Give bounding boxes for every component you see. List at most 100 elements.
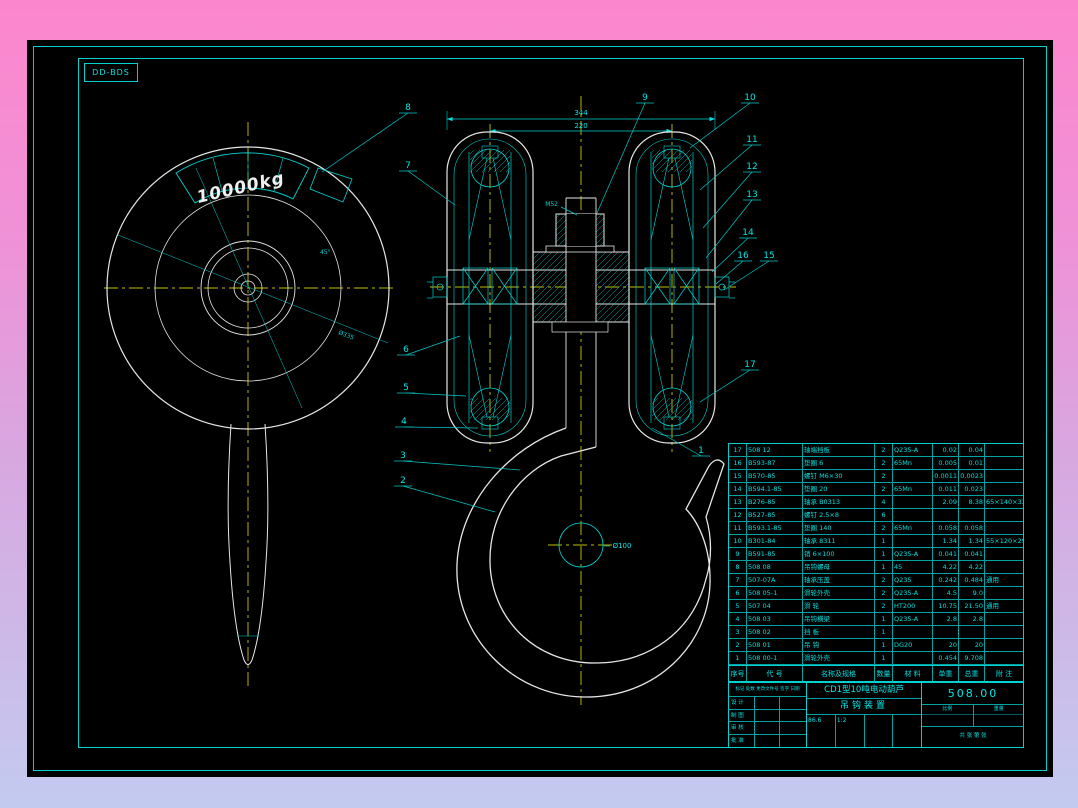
sign-row: 审 核 bbox=[729, 722, 806, 735]
sheet-count: 共 张 第 张 bbox=[959, 733, 987, 739]
scale-weight-cells: 比例 重量 bbox=[922, 705, 1024, 727]
parts-cell: 吊钩横梁 bbox=[803, 613, 875, 625]
parts-cell: 螺钉 2.5×8 bbox=[803, 509, 875, 521]
callout-17: 17 bbox=[744, 360, 755, 370]
parts-cell bbox=[985, 613, 1023, 625]
parts-cell: B527-85 bbox=[747, 509, 803, 521]
parts-cell: 21.50 bbox=[959, 600, 985, 612]
parts-cell: 滑轮外壳 bbox=[803, 587, 875, 599]
parts-cell: 1 bbox=[875, 626, 893, 638]
callout-8: 8 bbox=[405, 103, 411, 113]
parts-cell: 2 bbox=[875, 483, 893, 495]
parts-cell: Q235 bbox=[893, 574, 933, 586]
parts-cell: 轴端挡板 bbox=[803, 444, 875, 456]
parts-header-cell: 序号 bbox=[729, 666, 747, 683]
sign-label: 设 计 bbox=[729, 697, 755, 709]
callout-9: 9 bbox=[642, 93, 648, 103]
parts-cell: Q235-A bbox=[893, 587, 933, 599]
parts-cell: 2 bbox=[875, 587, 893, 599]
parts-cell: 2 bbox=[729, 639, 747, 651]
parts-cell: 507 04 bbox=[747, 600, 803, 612]
parts-table: 17 508 12 轴端挡板 2 Q235-A 0.02 0.04 16 B593-87 垫圈 6… bbox=[728, 443, 1024, 683]
parts-cell: 508 00-1 bbox=[747, 652, 803, 664]
parts-cell: 508 08 bbox=[747, 561, 803, 573]
parts-cell: 4 bbox=[875, 496, 893, 508]
parts-cell: 1.34 bbox=[933, 535, 959, 547]
parts-cell: 0.242 bbox=[933, 574, 959, 586]
parts-cell: 8 bbox=[729, 561, 747, 573]
sign-label: 制 图 bbox=[729, 709, 755, 721]
parts-table-row: 14 B594.1-85 垫圈 20 2 65Mn 0.011 0.023 bbox=[729, 483, 1023, 496]
parts-cell: 1 bbox=[875, 639, 893, 651]
parts-cell bbox=[893, 535, 933, 547]
parts-header-cell: 附 注 bbox=[995, 670, 1013, 678]
parts-cell bbox=[959, 626, 985, 638]
callout-11: 11 bbox=[746, 135, 757, 145]
parts-cell: 0.0011 bbox=[934, 470, 959, 482]
parts-cell bbox=[933, 626, 959, 638]
title-mid-cells: 86.6 1:2 bbox=[807, 715, 921, 747]
sign-date bbox=[780, 722, 806, 734]
parts-header-cell: 单重 bbox=[933, 666, 959, 683]
parts-cell: 11 bbox=[729, 522, 747, 534]
parts-cell bbox=[933, 509, 959, 521]
parts-cell bbox=[893, 626, 933, 638]
parts-table-row: 8 508 08 吊钩螺母 1 45 4.22 4.22 bbox=[729, 561, 1023, 574]
scale-label: 比例 bbox=[922, 705, 973, 715]
parts-cell: B276-85 bbox=[747, 496, 803, 508]
parts-cell: 2.8 bbox=[959, 613, 985, 625]
sign-row: 制 图 bbox=[729, 709, 806, 722]
parts-cell: 通用 bbox=[986, 602, 999, 610]
parts-cell: 吊钩螺母 bbox=[803, 561, 875, 573]
parts-table-row: 1 508 00-1 滑轮外壳 1 0.454 9.708 bbox=[729, 652, 1023, 665]
title-signature-area: 标记 处数 更改文件号 签字 日期 设 计 制 图 审 核 批 准 bbox=[729, 683, 807, 747]
angle-dimension: 45° bbox=[320, 249, 331, 256]
parts-cell: 轴承 B0313 bbox=[803, 496, 875, 508]
parts-table-row: 3 508 02 挡 板1 bbox=[729, 626, 1023, 639]
parts-cell: 65×140×33 bbox=[986, 498, 1023, 506]
assembly-name: 吊钩装置 bbox=[807, 699, 921, 715]
parts-cell: 0.058 bbox=[933, 522, 959, 534]
callout-6: 6 bbox=[403, 345, 409, 355]
parts-cell: 0.454 bbox=[933, 652, 959, 664]
callout-7: 7 bbox=[405, 161, 411, 171]
thread-dimension: M52 bbox=[545, 201, 558, 208]
parts-cell: 0.011 bbox=[933, 483, 959, 495]
callout-5: 5 bbox=[403, 383, 409, 393]
parts-cell: 0.02 bbox=[933, 444, 959, 456]
parts-table-row: 17 508 12 轴端挡板 2 Q235-A 0.02 0.04 bbox=[729, 444, 1023, 457]
parts-cell bbox=[985, 470, 1023, 482]
parts-cell: 9.708 bbox=[959, 652, 985, 664]
parts-cell bbox=[985, 522, 1023, 534]
sign-cell bbox=[755, 709, 781, 721]
parts-cell: B593.1-85 bbox=[747, 522, 803, 534]
parts-cell bbox=[893, 509, 933, 521]
parts-cell: 0.04 bbox=[959, 444, 985, 456]
parts-cell: 7 bbox=[729, 574, 747, 586]
callout-3: 3 bbox=[400, 451, 406, 461]
parts-header-cell: 名称及规格 bbox=[803, 666, 875, 683]
capacity-label: 10000kg bbox=[195, 168, 287, 208]
title-number-area: 508.00 比例 重量 共 张 第 张 bbox=[922, 683, 1024, 747]
callout-4: 4 bbox=[401, 417, 407, 427]
parts-cell: 2 bbox=[875, 457, 893, 469]
parts-cell: B591-85 bbox=[747, 548, 803, 560]
sign-cell bbox=[755, 722, 781, 734]
parts-cell: 8.38 bbox=[959, 496, 985, 508]
callout-14: 14 bbox=[742, 228, 754, 238]
sign-date bbox=[780, 697, 806, 709]
sign-date bbox=[780, 710, 806, 722]
parts-table-row: 11 B593.1-85 垫圈 140 2 65Mn 0.058 0.058 bbox=[729, 522, 1023, 535]
parts-table-row: 10 B301-84 轴承 8311 1 1.34 1.34 55×120×29 bbox=[729, 535, 1023, 548]
parts-cell bbox=[985, 639, 1023, 651]
parts-table-row: 6 508 05-1 滑轮外壳 2 Q235-A 4.5 9.0 bbox=[729, 587, 1023, 600]
parts-cell: 10 bbox=[729, 535, 747, 547]
parts-cell bbox=[985, 457, 1023, 469]
parts-cell: B301-84 bbox=[747, 535, 803, 547]
title-name-area: CD1型10吨电动葫芦 吊钩装置 86.6 1:2 bbox=[807, 683, 922, 747]
sheet-stamp: DD-BDS bbox=[84, 63, 138, 82]
parts-cell: 45 bbox=[893, 561, 933, 573]
center-distance-dim: 220 bbox=[574, 122, 587, 130]
callout-10: 10 bbox=[744, 93, 756, 103]
sign-row: 设 计 bbox=[729, 697, 806, 710]
